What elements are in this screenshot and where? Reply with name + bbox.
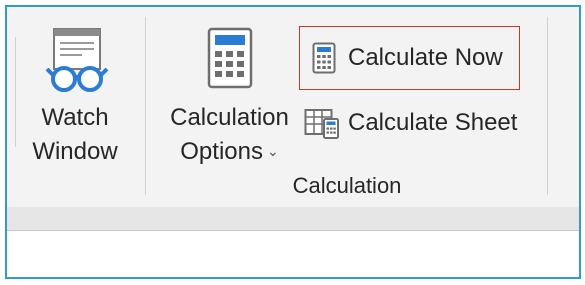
formula-bar-strip [7,207,579,231]
ribbon-separator-2 [547,17,548,195]
watch-window-label-line2: Window [32,138,118,165]
calculator-small-icon [312,42,336,74]
screenshot-frame: Watch Window Calculation Options ⌄ Calcu… [5,5,581,279]
calculate-sheet-button[interactable]: Calculate Sheet [299,101,539,145]
calculate-now-button[interactable]: Calculate Now [299,26,520,90]
calculation-options-label-line2-wrap: Options ⌄ [162,135,297,171]
calculator-icon [207,27,253,89]
calculation-options-label-line2: Options [180,138,263,165]
ribbon-separator-1 [145,17,146,195]
watch-window-label-line1: Watch [41,104,109,131]
ribbon-panel: Watch Window Calculation Options ⌄ Calcu… [7,7,579,207]
watch-window-button[interactable]: Watch Window [25,17,125,167]
watch-window-icon [45,28,109,92]
ribbon-separator-left [15,37,16,147]
calculation-group-label: Calculation [292,173,402,198]
calculate-sheet-label: Calculate Sheet [348,109,518,136]
calculation-options-label-line1: Calculation [170,104,289,131]
sheet-calculator-icon [304,109,339,139]
calculation-options-button[interactable]: Calculation Options ⌄ [162,17,297,167]
calculate-now-label: Calculate Now [348,44,503,71]
chevron-down-icon: ⌄ [266,143,279,159]
